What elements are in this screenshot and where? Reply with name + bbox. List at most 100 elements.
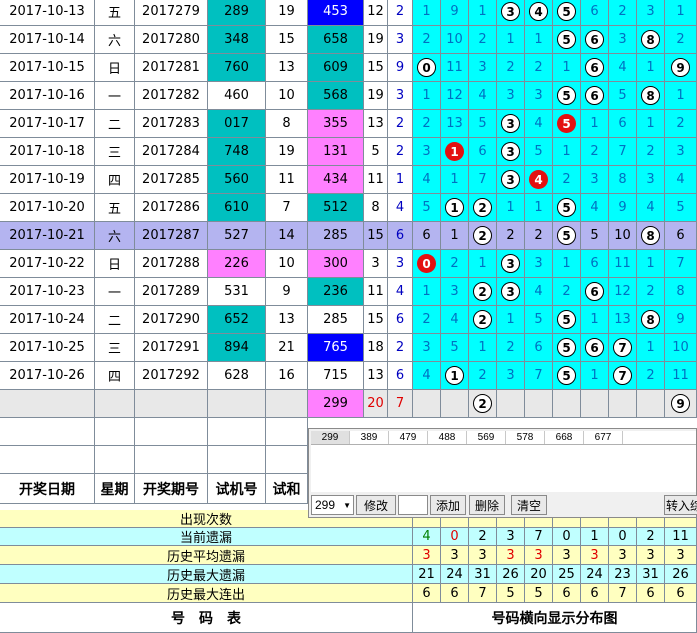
- distribution-cell: 5: [525, 306, 553, 334]
- distribution-cell: 2: [637, 138, 665, 166]
- distribution-cell: 7: [609, 362, 637, 390]
- draw-number-cell: 512: [308, 194, 364, 222]
- distribution-cell: 1: [497, 26, 525, 54]
- distribution-cell: 2: [665, 26, 697, 54]
- distribution-cell: 1: [553, 250, 581, 278]
- weekday-cell: 六: [95, 222, 135, 250]
- combo-item[interactable]: 569: [467, 431, 506, 444]
- number-ball: 2: [473, 198, 492, 217]
- combo-list[interactable]: 299 389 479 488 569 578 668 677: [311, 431, 696, 445]
- combo-item[interactable]: 578: [506, 431, 545, 444]
- date-cell: 2017-10-26: [0, 362, 95, 390]
- distribution-cell: 13: [441, 110, 469, 138]
- combo-item[interactable]: 479: [389, 431, 428, 444]
- combo-item[interactable]: 488: [428, 431, 467, 444]
- empty-cell: [135, 390, 208, 418]
- period-cell: 2017290: [135, 306, 208, 334]
- combo-input[interactable]: [398, 495, 428, 515]
- stat-label: 历史平均遗漏: [0, 546, 413, 565]
- distribution-cell: 6: [469, 138, 497, 166]
- span-cell: 13: [364, 362, 388, 390]
- trial-number-cell: 289: [208, 0, 266, 26]
- trial-number-cell: 531: [208, 278, 266, 306]
- combo-edit-panel: 299 389 479 488 569 578 668 677 299 ▼ 修改 添加 删除 …: [308, 428, 697, 518]
- date-cell: 2017-10-15: [0, 54, 95, 82]
- weekday-cell: 六: [95, 26, 135, 54]
- number-ball: 5: [557, 310, 576, 329]
- value-cell: 6: [388, 362, 413, 390]
- distribution-cell: 3: [637, 166, 665, 194]
- stat-value: 3: [525, 546, 553, 565]
- distribution-cell: 1: [441, 138, 469, 166]
- distribution-cell: 8: [637, 82, 665, 110]
- distribution-cell: 1: [441, 362, 469, 390]
- distribution-cell: 9: [609, 194, 637, 222]
- distribution-cell: 3: [497, 278, 525, 306]
- distribution-cell: 5: [581, 222, 609, 250]
- distribution-cell: [441, 390, 469, 418]
- empty-cell: [266, 418, 308, 446]
- trial-number-cell: 748: [208, 138, 266, 166]
- distribution-cell: 5: [553, 362, 581, 390]
- trial-number-cell: 610: [208, 194, 266, 222]
- trial-sum-cell: 19: [266, 0, 308, 26]
- combo-text-area[interactable]: [311, 445, 696, 492]
- draw-number-cell: 285: [308, 222, 364, 250]
- trial-sum-cell: 7: [266, 194, 308, 222]
- combo-select[interactable]: 299 ▼: [311, 495, 354, 515]
- weekday-cell: 一: [95, 278, 135, 306]
- transfer-button[interactable]: 转入综: [664, 495, 697, 515]
- trial-sum-cell: 16: [266, 362, 308, 390]
- distribution-cell: 1: [637, 334, 665, 362]
- distribution-cell: 12: [609, 278, 637, 306]
- date-cell: 2017-10-17: [0, 110, 95, 138]
- draw-number-cell: 236: [308, 278, 364, 306]
- number-ball: 5: [557, 2, 576, 21]
- number-ball: 1: [445, 198, 464, 217]
- stat-value: 31: [637, 565, 665, 584]
- trial-sum-cell: 13: [266, 54, 308, 82]
- distribution-cell: 7: [525, 362, 553, 390]
- empty-cell: [95, 390, 135, 418]
- trial-number-cell: 560: [208, 166, 266, 194]
- distribution-cell: 3: [525, 82, 553, 110]
- stat-value: 3: [469, 546, 497, 565]
- distribution-cell: [553, 390, 581, 418]
- column-header: 开奖日期: [0, 474, 95, 504]
- period-cell: 2017281: [135, 54, 208, 82]
- combo-item[interactable]: 668: [545, 431, 584, 444]
- distribution-cell: 5: [469, 110, 497, 138]
- weekday-cell: 五: [95, 0, 135, 26]
- combo-item[interactable]: 389: [350, 431, 389, 444]
- distribution-cell: 4: [413, 362, 441, 390]
- add-button[interactable]: 添加: [430, 495, 466, 515]
- distribution-cell: 5: [553, 26, 581, 54]
- modify-button[interactable]: 修改: [356, 495, 396, 515]
- distribution-cell: 3: [413, 138, 441, 166]
- number-ball: 7: [613, 366, 632, 385]
- distribution-cell: 6: [581, 334, 609, 362]
- empty-cell: [266, 390, 308, 418]
- distribution-cell: 1: [637, 54, 665, 82]
- distribution-cell: 4: [665, 166, 697, 194]
- distribution-cell: 1: [441, 194, 469, 222]
- distribution-cell: 1: [525, 194, 553, 222]
- distribution-cell: 2: [469, 222, 497, 250]
- distribution-cell: 3: [581, 166, 609, 194]
- distribution-cell: 1: [581, 110, 609, 138]
- date-cell: 2017-10-23: [0, 278, 95, 306]
- distribution-cell: 6: [525, 334, 553, 362]
- stat-value: 3: [441, 546, 469, 565]
- combo-item[interactable]: 299: [311, 431, 350, 444]
- distribution-cell: 2: [609, 0, 637, 26]
- clear-button[interactable]: 清空: [511, 495, 547, 515]
- trial-number-cell: 894: [208, 334, 266, 362]
- combo-item[interactable]: 677: [584, 431, 623, 444]
- number-ball: 3: [501, 254, 520, 273]
- period-cell: 2017289: [135, 278, 208, 306]
- delete-button[interactable]: 删除: [469, 495, 505, 515]
- stat-value: 0: [553, 528, 581, 546]
- weekday-cell: 二: [95, 306, 135, 334]
- chevron-down-icon: ▼: [343, 500, 351, 510]
- value-cell: 3: [388, 26, 413, 54]
